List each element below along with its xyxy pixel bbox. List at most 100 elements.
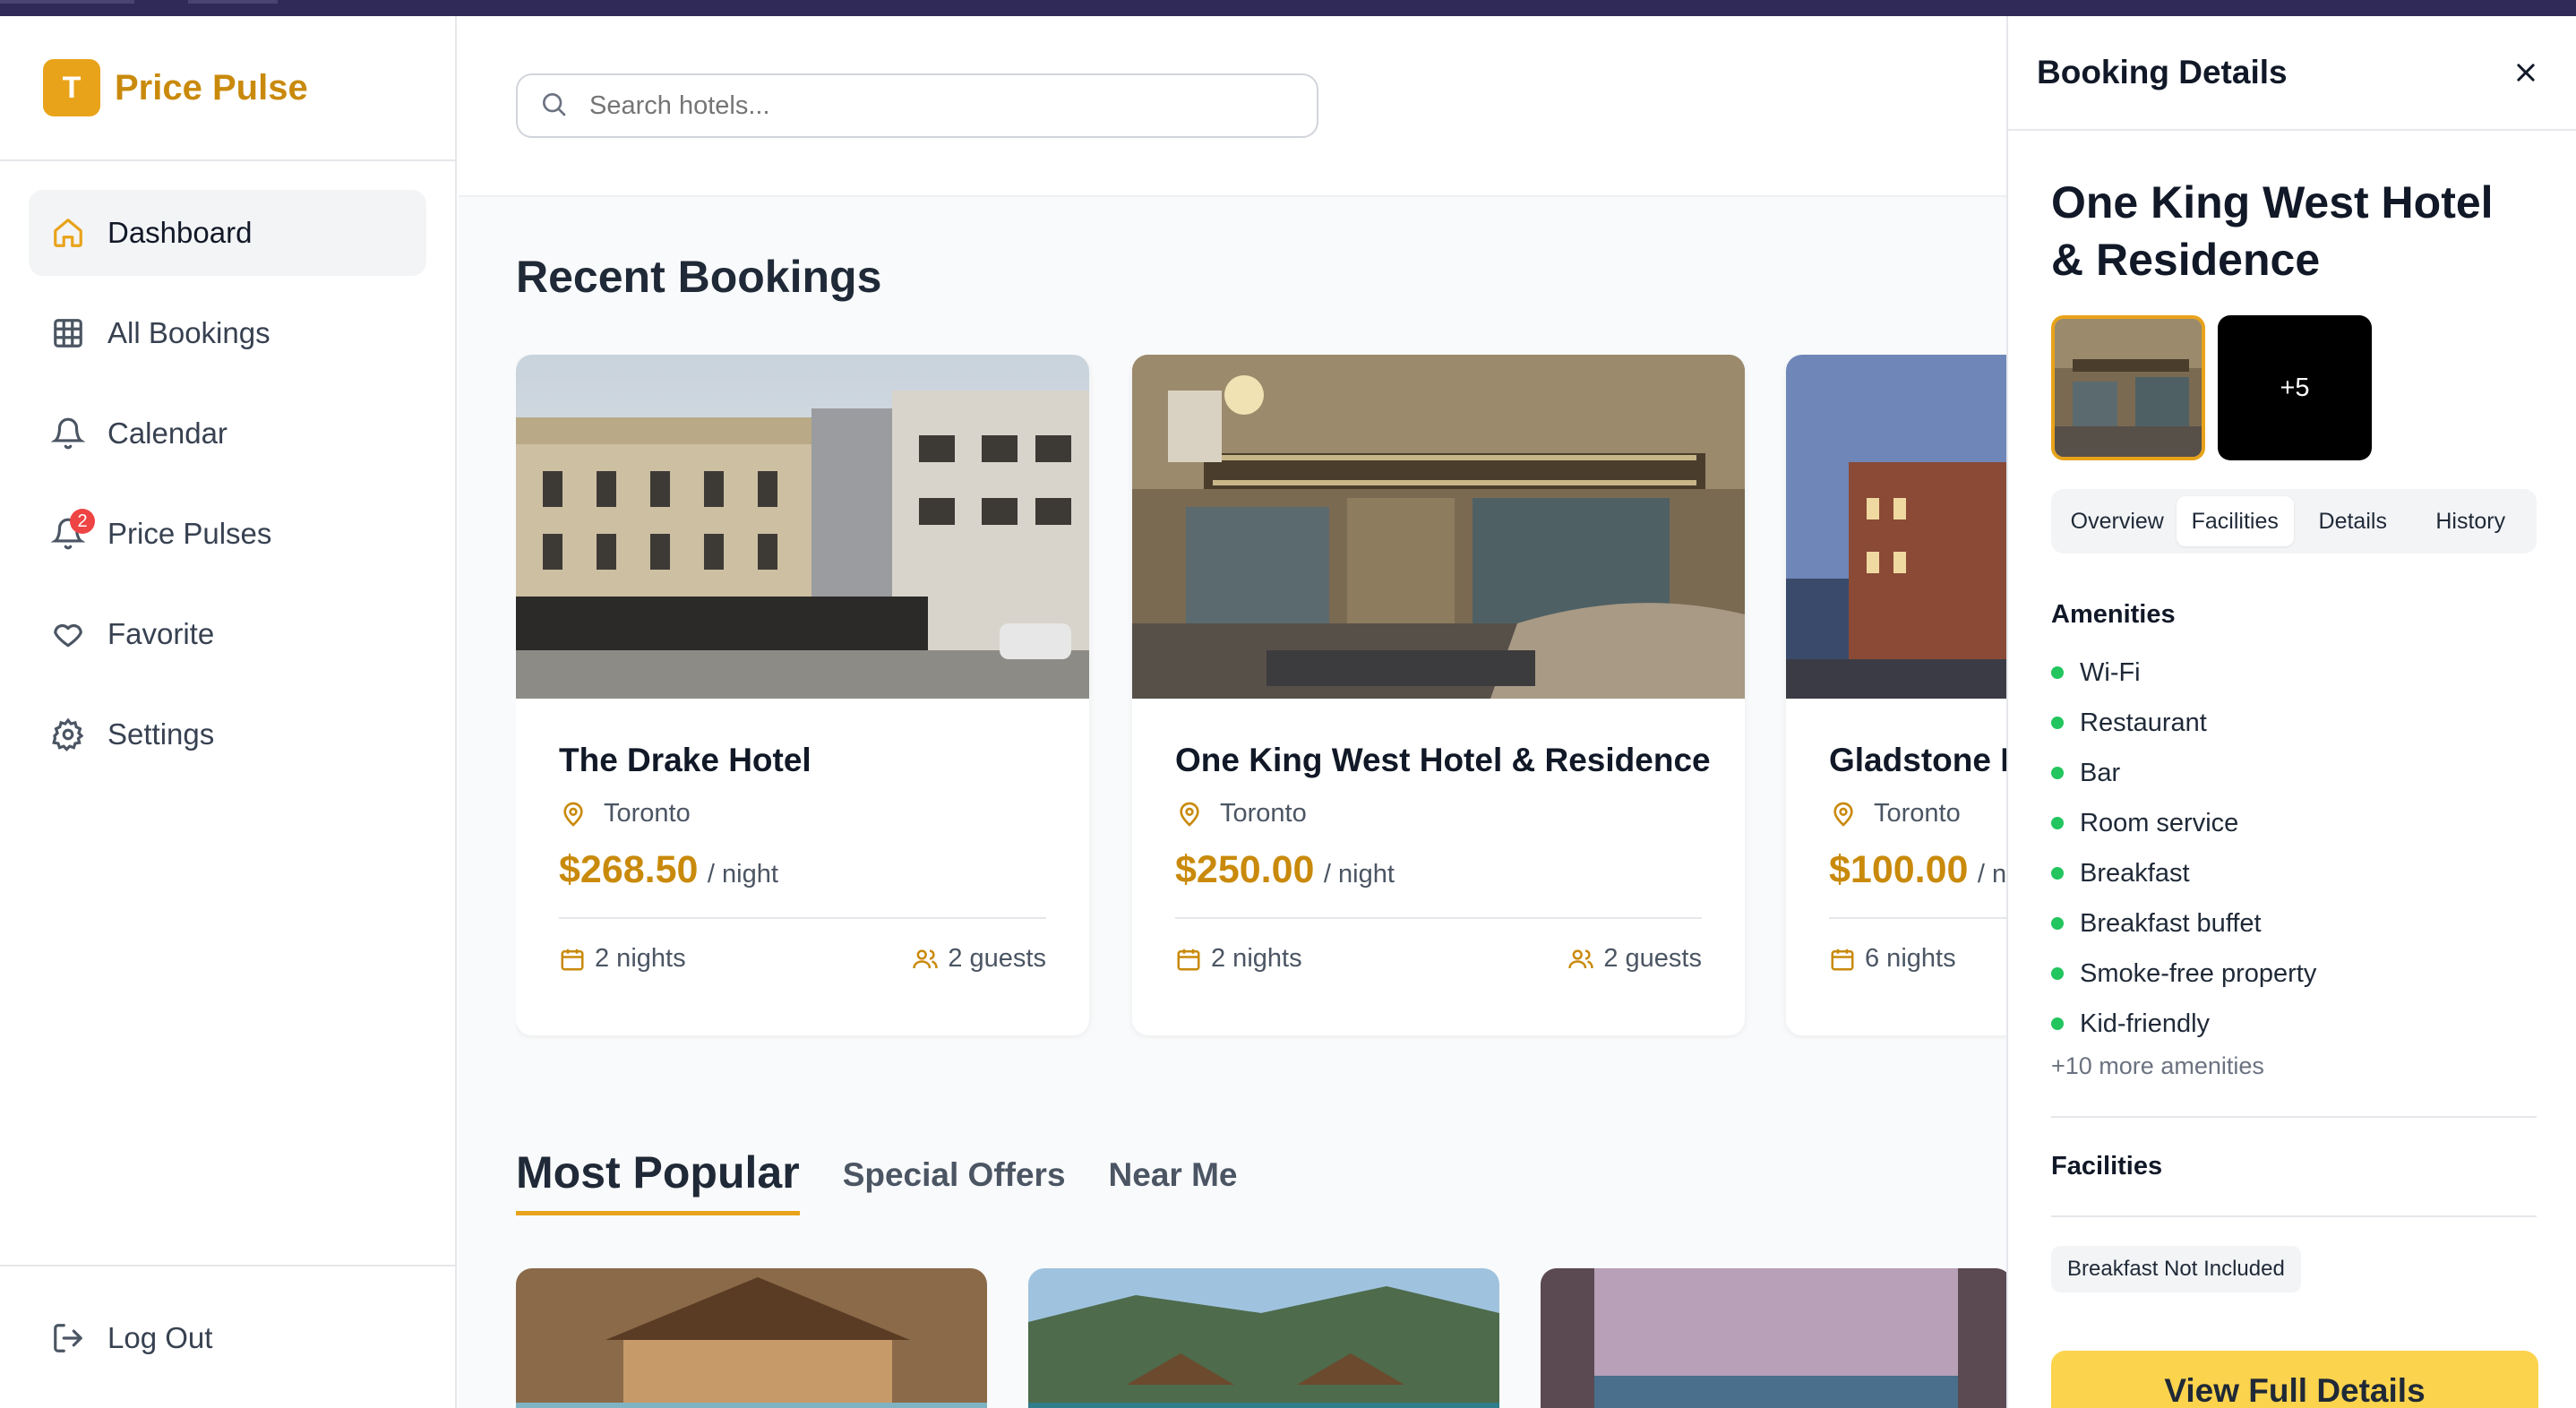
nights: 2 nights	[559, 944, 686, 974]
search-input[interactable]	[589, 90, 1288, 121]
sidebar-item-dashboard[interactable]: Dashboard	[29, 190, 426, 276]
logout-label: Log Out	[107, 1321, 213, 1354]
photo-thumbnail[interactable]	[2051, 315, 2205, 460]
brand-name: Price Pulse	[115, 67, 308, 107]
panel-header: Booking Details	[2008, 16, 2576, 131]
amenity-label: Kid-friendly	[2080, 1009, 2211, 1038]
amenity-label: Bar	[2080, 758, 2121, 787]
sidebar-item-label: All Bookings	[107, 316, 270, 349]
top-tab-indicator	[188, 0, 278, 4]
divider	[559, 917, 1046, 919]
amenity-item: Smoke-free property	[2051, 949, 2537, 999]
status-dot	[2051, 817, 2064, 829]
sidebar-item-label: Calendar	[107, 416, 228, 450]
guests-text: 2 guests	[948, 944, 1046, 973]
popular-hotels-list	[516, 1268, 2006, 1408]
status-dot	[2051, 1017, 2064, 1030]
nights-text: 6 nights	[1865, 944, 1956, 973]
sidebar-item-price-pulses[interactable]: 2 Price Pulses	[29, 491, 426, 577]
tab-special-offers[interactable]: Special Offers	[843, 1156, 1066, 1215]
tab-facilities[interactable]: Facilities	[2176, 496, 2294, 546]
amenity-label: Room service	[2080, 808, 2239, 837]
sidebar-item-calendar[interactable]: Calendar	[29, 391, 426, 476]
sidebar-item-label: Dashboard	[107, 216, 253, 249]
booking-card[interactable]: Gladstone Hotel Toronto $100.00 / night …	[1786, 355, 2006, 1035]
hotel-photo	[1541, 1268, 2006, 1408]
photo-thumbnails: +5	[2051, 315, 2537, 460]
status-dot	[2051, 666, 2064, 679]
grid-icon	[50, 315, 86, 351]
booking-meta: 2 nights 2 guests	[1175, 944, 1702, 974]
status-dot	[2051, 717, 2064, 729]
hotel-photo	[516, 355, 1089, 699]
price: $100.00 / night	[1829, 848, 2006, 892]
sidebar-item-label: Price Pulses	[107, 517, 272, 550]
home-icon	[50, 215, 86, 251]
notification-badge: 2	[70, 509, 95, 534]
amenity-label: Smoke-free property	[2080, 958, 2317, 988]
price: $250.00 / night	[1175, 848, 1702, 892]
search-icon	[539, 90, 568, 123]
booking-card[interactable]: One King West Hotel & Residence Toronto …	[1132, 355, 1745, 1035]
close-icon	[2517, 64, 2535, 82]
nights: 6 nights	[1829, 944, 1956, 974]
sidebar-item-settings[interactable]: Settings	[29, 691, 426, 777]
amenity-label: Breakfast	[2080, 858, 2190, 888]
tab-details[interactable]: Details	[2294, 496, 2412, 546]
hotel-photo	[1132, 355, 1745, 699]
more-amenities-link[interactable]: +10 more amenities	[2051, 1052, 2537, 1080]
detail-tabs: Overview Facilities Details History	[2051, 489, 2537, 554]
popular-hotel-card[interactable]	[1028, 1268, 1499, 1408]
status-dot	[2051, 767, 2064, 779]
bell-alert-icon: 2	[50, 509, 95, 552]
brand[interactable]: T Price Pulse	[0, 16, 455, 161]
view-full-details-button[interactable]: View Full Details	[2051, 1351, 2538, 1408]
sidebar-item-label: Settings	[107, 717, 215, 751]
price-unit: / night	[1977, 860, 2006, 889]
hotel-location: Toronto	[559, 799, 1046, 828]
amenities-list: Wi-Fi Restaurant Bar Room service Breakf…	[2051, 648, 2537, 1049]
sidebar-nav: Dashboard All Bookings Calendar 2 Price …	[0, 161, 455, 777]
more-photos-button[interactable]: +5	[2218, 315, 2372, 460]
popular-hotel-card[interactable]	[516, 1268, 987, 1408]
top-tab-indicator	[0, 0, 134, 4]
amenity-item: Restaurant	[2051, 698, 2537, 748]
hotel-name: Gladstone Hotel	[1829, 742, 2006, 778]
booking-card[interactable]: The Drake Hotel Toronto $268.50 / night …	[516, 355, 1089, 1035]
guests: 2 guests	[912, 944, 1046, 974]
calendar-icon	[1831, 949, 1854, 970]
amenity-label: Breakfast buffet	[2080, 908, 2262, 938]
divider	[2051, 1116, 2537, 1118]
amenity-item: Room service	[2051, 798, 2537, 848]
tab-overview[interactable]: Overview	[2058, 496, 2177, 546]
main-content: Recent Bookings	[459, 16, 2006, 1408]
booking-meta: 6 nights	[1829, 944, 2006, 974]
hotel-name: The Drake Hotel	[559, 742, 811, 778]
sidebar-item-all-bookings[interactable]: All Bookings	[29, 290, 426, 376]
facility-chips: Breakfast Not Included	[2051, 1246, 2537, 1292]
sidebar-item-favorite[interactable]: Favorite	[29, 591, 426, 677]
users-icon	[913, 949, 939, 968]
divider	[1829, 917, 2006, 919]
price-amount: $268.50	[559, 848, 699, 891]
tab-history[interactable]: History	[2412, 496, 2530, 546]
popular-hotel-card[interactable]	[1541, 1268, 2006, 1408]
tab-most-popular[interactable]: Most Popular	[516, 1146, 800, 1215]
search-box[interactable]	[516, 73, 1318, 138]
calendar-icon	[561, 949, 584, 970]
hotel-photo	[1028, 1268, 1499, 1408]
divider	[2051, 1215, 2537, 1217]
hotel-photo	[516, 1268, 987, 1408]
tab-near-me[interactable]: Near Me	[1109, 1156, 1238, 1215]
close-button[interactable]	[2504, 51, 2547, 94]
status-dot	[2051, 967, 2064, 980]
status-dot	[2051, 917, 2064, 930]
price-amount: $100.00	[1829, 848, 1969, 891]
amenity-item: Breakfast buffet	[2051, 898, 2537, 949]
logout-button[interactable]: Log Out	[29, 1295, 426, 1381]
facilities-heading: Facilities	[2051, 1152, 2163, 1180]
location-pin-icon	[1180, 802, 1199, 827]
brand-logo: T	[43, 59, 100, 116]
sidebar: T Price Pulse Dashboard All Bookings Cal…	[0, 16, 457, 1408]
location-text: Toronto	[604, 799, 691, 828]
